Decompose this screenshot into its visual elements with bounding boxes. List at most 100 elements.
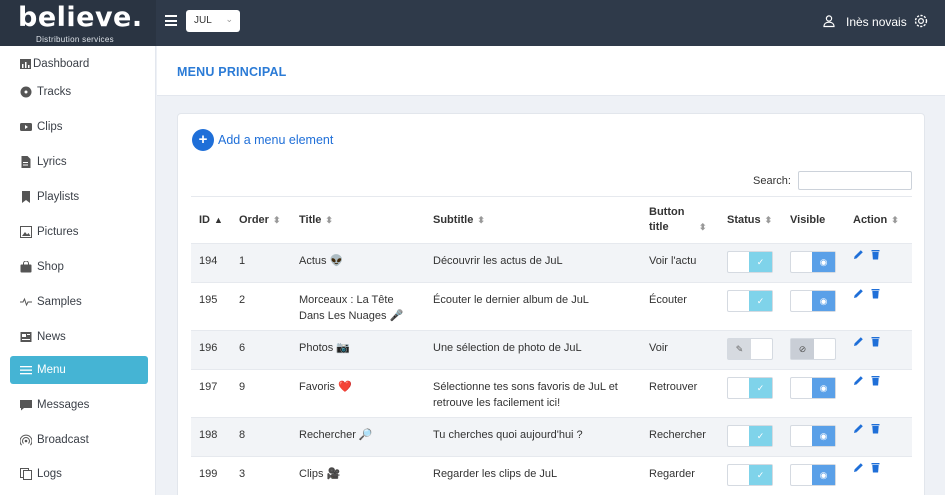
document-icon [21, 156, 31, 168]
column-header-title[interactable]: Title ⬍ [291, 196, 425, 244]
status-toggle[interactable]: ✓ [727, 290, 773, 312]
gear-icon[interactable] [913, 13, 929, 29]
column-label: Action [853, 214, 888, 226]
eye-icon: ◉ [812, 465, 835, 485]
cell-status: ✓ [719, 417, 782, 457]
cell-visible: ◉ [782, 369, 845, 418]
table-row: 195 2 Morceaux : La Tête Dans Les Nuages… [191, 282, 912, 331]
cell-status: ✓ [719, 282, 782, 331]
edit-pencil-icon[interactable] [853, 288, 864, 299]
cell-title: Favoris ❤️ [291, 369, 425, 418]
delete-trash-icon[interactable] [870, 249, 881, 260]
sidebar-item-messages[interactable]: Messages [10, 391, 148, 419]
status-toggle[interactable]: ✎ [727, 338, 773, 360]
cell-subtitle: Une sélection de photo de JuL [425, 330, 641, 370]
eye-icon: ◉ [812, 291, 835, 311]
sidebar-item-label: Dashboard [33, 58, 90, 70]
column-header-id[interactable]: ID ▲ [191, 196, 231, 244]
sidebar-item-label: Clips [37, 121, 63, 133]
cell-order: 9 [231, 369, 291, 418]
message-icon [20, 400, 32, 411]
sidebar-item-menu[interactable]: Menu [10, 356, 148, 384]
sidebar-item-broadcast[interactable]: Broadcast [10, 426, 148, 454]
sidebar-item-lyrics[interactable]: Lyrics [10, 148, 148, 176]
video-icon [20, 123, 32, 131]
user-name[interactable]: Inès novais [846, 15, 907, 29]
eye-icon: ◉ [812, 426, 835, 446]
delete-trash-icon[interactable] [870, 288, 881, 299]
status-toggle[interactable]: ✓ [727, 251, 773, 273]
edit-pencil-icon[interactable] [853, 249, 864, 260]
column-header-status[interactable]: Status ⬍ [719, 196, 782, 244]
edit-pencil-icon[interactable] [853, 336, 864, 347]
waveform-icon [20, 297, 32, 307]
delete-trash-icon[interactable] [870, 375, 881, 386]
cell-action [845, 417, 912, 457]
sidebar-item-playlists[interactable]: Playlists [10, 183, 148, 211]
delete-trash-icon[interactable] [870, 462, 881, 473]
brand-logo[interactable]: believe. Distribution services [0, 0, 156, 46]
sidebar-item-clips[interactable]: Clips [10, 113, 148, 141]
cell-action [845, 282, 912, 331]
delete-trash-icon[interactable] [870, 336, 881, 347]
check-icon: ✓ [749, 426, 772, 446]
column-header-order[interactable]: Order ⬍ [231, 196, 291, 244]
visible-toggle[interactable]: ⊘ [790, 338, 836, 360]
status-toggle[interactable]: ✓ [727, 425, 773, 447]
sort-icon: ⬍ [477, 215, 485, 225]
column-header-visible[interactable]: Visible [782, 196, 845, 244]
column-header-button-title[interactable]: Button title ⬍ [641, 196, 719, 244]
column-label: Visible [790, 214, 826, 226]
column-label: Order [239, 214, 269, 226]
logs-icon [20, 468, 32, 480]
cell-subtitle: Tu cherches quoi aujourd'hui ? [425, 417, 641, 457]
column-header-action[interactable]: Action ⬍ [845, 196, 912, 244]
cell-order: 1 [231, 243, 291, 283]
sidebar-item-shop[interactable]: Shop [10, 253, 148, 281]
visible-toggle[interactable]: ◉ [790, 377, 836, 399]
page-title: MENU PRINCIPAL [177, 65, 287, 79]
cell-id: 199 [191, 456, 231, 495]
check-icon: ✓ [749, 465, 772, 485]
edit-pencil-icon[interactable] [853, 462, 864, 473]
sidebar-item-pictures[interactable]: Pictures [10, 218, 148, 246]
delete-trash-icon[interactable] [870, 423, 881, 434]
column-header-subtitle[interactable]: Subtitle ⬍ [425, 196, 641, 244]
visible-toggle[interactable]: ◉ [790, 425, 836, 447]
cell-visible: ◉ [782, 243, 845, 283]
column-label: Title [299, 214, 322, 226]
cell-id: 195 [191, 282, 231, 331]
chevron-down-icon: ⌄ [225, 14, 233, 24]
column-label: Subtitle [433, 214, 474, 226]
sidebar: Dashboard Tracks Clips Lyrics Playlists … [0, 46, 156, 495]
sidebar-item-label: Tracks [37, 86, 72, 98]
image-icon [20, 226, 32, 238]
user-icon[interactable] [822, 14, 836, 28]
sidebar-item-news[interactable]: News [10, 323, 148, 351]
sidebar-item-tracks[interactable]: Tracks [10, 78, 148, 106]
cell-title: Rechercher 🔎 [291, 417, 425, 457]
visible-toggle[interactable]: ◉ [790, 251, 836, 273]
visible-toggle[interactable]: ◉ [790, 290, 836, 312]
sidebar-item-dashboard[interactable]: Dashboard [10, 50, 148, 78]
edit-pencil-icon[interactable] [853, 423, 864, 434]
plus-icon: + [192, 129, 214, 151]
sidebar-item-samples[interactable]: Samples [10, 288, 148, 316]
sidebar-item-logs[interactable]: Logs [10, 460, 148, 488]
search-input[interactable] [798, 171, 912, 190]
hamburger-menu-icon[interactable] [165, 15, 177, 26]
cell-order: 2 [231, 282, 291, 331]
artist-select[interactable]: JUL ⌄ [186, 10, 240, 32]
brand-name: believe. [18, 2, 143, 33]
sidebar-item-label: Playlists [37, 191, 80, 203]
edit-pencil-icon[interactable] [853, 375, 864, 386]
visible-toggle[interactable]: ◉ [790, 464, 836, 486]
cell-subtitle: Découvrir les actus de JuL [425, 243, 641, 283]
sort-icon: ⬍ [891, 215, 899, 225]
cell-subtitle: Sélectionne tes sons favoris de JuL et r… [425, 369, 641, 418]
cell-button-title: Retrouver [641, 369, 719, 418]
table-row: 199 3 Clips 🎥 Regarder les clips de JuL … [191, 456, 912, 495]
artist-select-value: JUL [194, 15, 212, 26]
status-toggle[interactable]: ✓ [727, 377, 773, 399]
status-toggle[interactable]: ✓ [727, 464, 773, 486]
